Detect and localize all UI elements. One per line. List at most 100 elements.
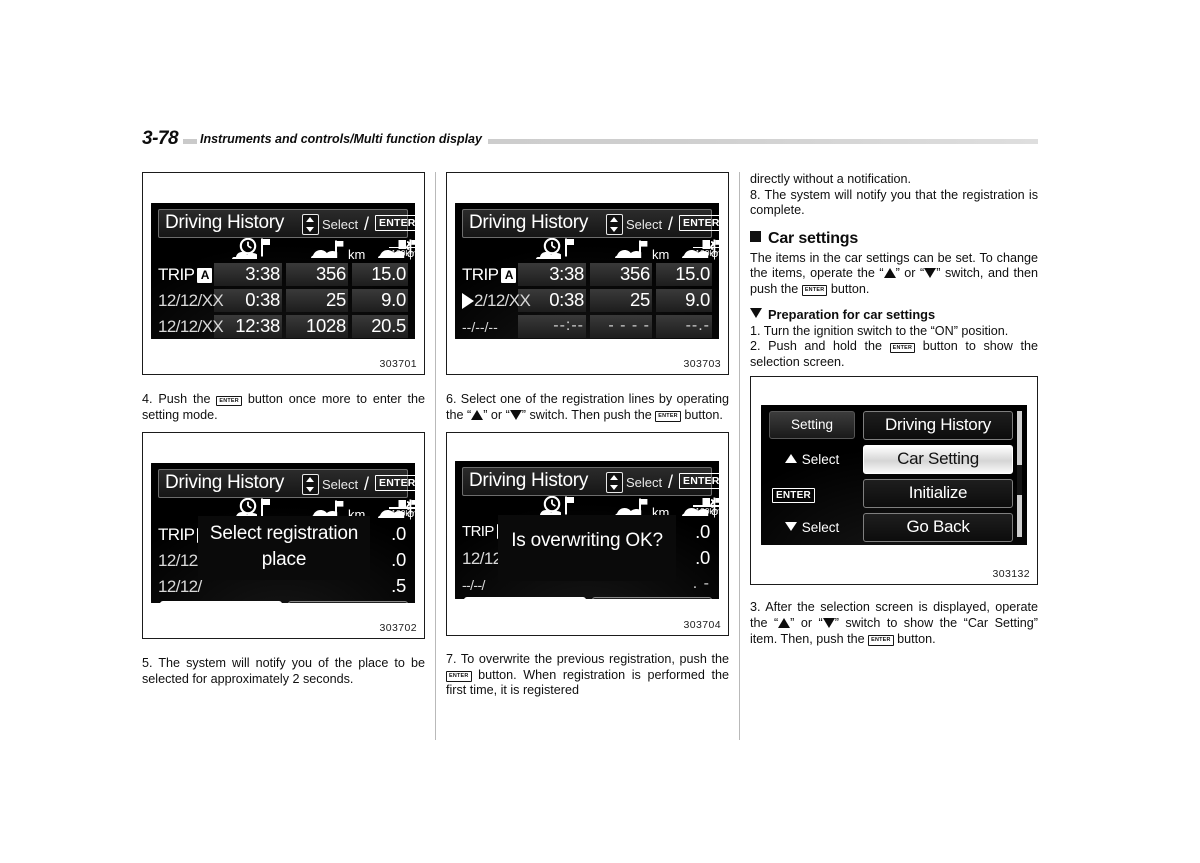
go-back-button[interactable]: Go Back <box>288 601 408 604</box>
row-economy: 15.0 <box>675 263 710 284</box>
trip-a-badge: A <box>501 268 517 283</box>
step-3-paragraph: 3. After the selection screen is display… <box>750 600 1038 647</box>
row-distance: 25 <box>326 289 346 310</box>
select-up-key[interactable]: Select <box>769 447 855 473</box>
enter-key[interactable]: ENTER <box>769 481 855 507</box>
separator-slash: / <box>364 214 370 234</box>
popup-message: Is overwriting OK? <box>498 515 676 582</box>
enter-key-icon: ENTER <box>216 395 242 406</box>
up-arrow-icon <box>778 617 791 628</box>
per-100km-label: 100km <box>382 507 415 518</box>
set-button[interactable]: Set <box>464 597 586 600</box>
manual-page: 3-78 Instruments and controls/Multi func… <box>0 0 1200 863</box>
car-settings-intro: The items in the car settings can be set… <box>750 251 1038 298</box>
mfd-screen-1: Driving History Select / ENTER km φ 100k… <box>151 203 415 339</box>
figure-303701: Driving History Select / ENTER km φ 100k… <box>142 172 425 375</box>
up-arrow-icon <box>883 268 896 279</box>
per-100km-label: 100km <box>686 505 719 516</box>
trip-a-badge: A <box>197 268 213 283</box>
mfd-title: Driving History <box>469 212 589 233</box>
mfd-title-bar: Driving History Select / ENTER <box>158 209 415 238</box>
enter-key-icon: ENTER <box>801 285 828 296</box>
popup-line-1: Is overwriting OK? <box>511 530 663 552</box>
scrollbar[interactable] <box>1017 411 1022 538</box>
settings-menu: Driving History Car Setting Initialize G… <box>863 411 1013 545</box>
popup-line-1: Select registration <box>209 523 359 545</box>
scrollbar-thumb-lower[interactable] <box>1017 495 1022 538</box>
separator-slash: / <box>364 474 370 495</box>
triangle-bullet-icon <box>750 307 762 318</box>
step-7-paragraph: 7. To overwrite the previous registratio… <box>446 652 729 699</box>
figure-code: 303702 <box>379 622 417 635</box>
intro-text-d: button. <box>830 281 870 296</box>
figure-code: 303701 <box>379 358 417 370</box>
step-8-paragraph: 8. The system will notify you that the r… <box>750 187 1038 218</box>
scrollbar-thumb-upper[interactable] <box>1017 411 1022 466</box>
row-time: 0:38 <box>245 289 280 310</box>
enter-key-icon: ENTER <box>679 473 719 489</box>
enter-key-icon: ENTER <box>868 635 894 646</box>
select-label: Select <box>626 475 663 491</box>
mfd-title: Driving History <box>165 212 285 233</box>
menu-item-driving-history[interactable]: Driving History <box>863 411 1013 441</box>
row-economy: 20.5 <box>371 315 406 336</box>
separator-slash: / <box>668 214 674 234</box>
set-button[interactable]: Set <box>160 601 282 604</box>
figure-code: 303132 <box>992 568 1030 581</box>
menu-item-initialize[interactable]: Initialize <box>863 479 1013 509</box>
select-label: Select <box>322 477 359 493</box>
go-back-button[interactable]: Go Back <box>592 597 712 600</box>
up-arrow-icon <box>471 409 484 420</box>
row-economy: 15.0 <box>371 263 406 284</box>
up-down-arrow-icon <box>606 214 623 235</box>
mfd-title-bar: Driving History Select / ENTER <box>462 209 719 238</box>
row-time: 12:38 <box>235 315 280 336</box>
row-time: --:-- <box>553 317 584 334</box>
unit-km-label: km <box>348 247 366 262</box>
step-1-paragraph: 1. Turn the ignition switch to the “ON” … <box>750 323 1009 338</box>
row-label: TRIPA <box>158 265 213 285</box>
figure-code: 303704 <box>683 619 721 632</box>
menu-item-go-back[interactable]: Go Back <box>863 513 1013 543</box>
setting-key[interactable]: Setting <box>769 411 855 440</box>
step-6-text-d: button. <box>684 407 723 422</box>
row-date: 12/12/ <box>158 577 202 597</box>
column-2: Driving History Select / ENTER km φ 100k… <box>446 172 729 699</box>
row-time: 0:38 <box>549 289 584 310</box>
column-3: directly without a notification. 8. The … <box>750 172 1038 647</box>
mfd-screen-3: Driving History Select / ENTER km φ 100k… <box>151 463 415 604</box>
figure-303703: Driving History Select / ENTER km φ 100k… <box>446 172 729 375</box>
per-100km-label: 100km <box>382 247 415 258</box>
continued-text: directly without a notification. <box>750 172 912 186</box>
row-economy: 9.0 <box>685 289 710 310</box>
row-distance: - - - - <box>608 317 650 334</box>
section-heading-car-settings: Car settings <box>750 230 1038 248</box>
history-row: 12/12/XX 12:38 1028 20.5 <box>158 313 408 339</box>
step-3-text-d: button. <box>897 631 936 646</box>
select-down-key[interactable]: Select <box>769 515 855 541</box>
row-time: 3:38 <box>549 263 584 284</box>
row-economy: --.- <box>685 317 710 334</box>
step-6-text-b: ” or “ <box>483 407 510 422</box>
up-down-arrow-icon <box>302 474 319 496</box>
bullet-square-icon <box>750 230 761 242</box>
step-2-text-a: 2. Push and hold the <box>750 339 882 354</box>
history-row: TRIP A 3:38 356 15.0 <box>462 261 712 288</box>
row-date: 12/12/ <box>158 551 202 571</box>
menu-item-car-setting[interactable]: Car Setting <box>863 445 1013 475</box>
mfd-title-bar: Driving History Select / ENTER <box>158 469 415 499</box>
row-distance: 25 <box>630 289 650 310</box>
step-2-paragraph: 2. Push and hold the ENTER button to sho… <box>750 339 1038 370</box>
subheading-preparation: Preparation for car settings <box>750 307 1038 322</box>
step-5-paragraph: 5. The system will notify you of the pla… <box>142 656 425 686</box>
enter-key-icon: ENTER <box>375 475 415 491</box>
row-label: TRIPA <box>462 265 517 285</box>
chapter-title: Instruments and controls/Multi function … <box>197 132 488 146</box>
down-arrow-icon <box>509 409 522 420</box>
figure-303702: Driving History Select / ENTER km φ 100k… <box>142 432 425 640</box>
enter-key-icon: ENTER <box>375 215 415 231</box>
popup-message: Select registration place <box>198 516 370 581</box>
